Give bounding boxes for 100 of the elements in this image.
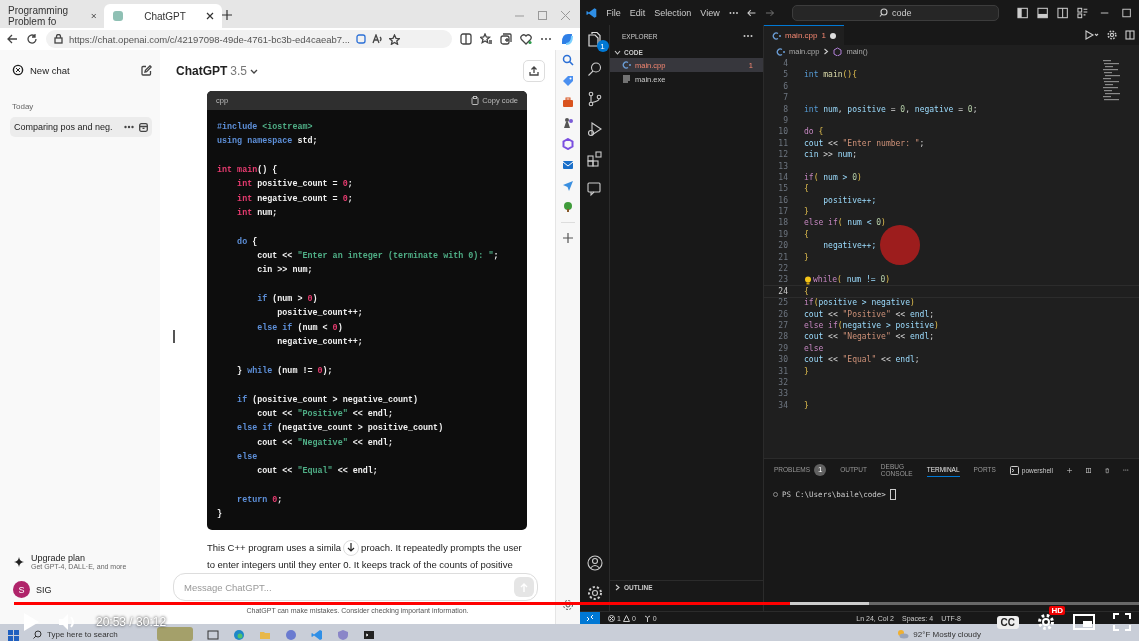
- share-button[interactable]: [523, 59, 545, 82]
- conversation-item[interactable]: Comparing pos and neg.: [10, 117, 152, 137]
- terminal-icon[interactable]: [363, 629, 375, 641]
- source-control-icon[interactable]: [586, 91, 603, 107]
- code-line: int main(){: [804, 69, 857, 81]
- line-number: 7: [782, 92, 789, 104]
- new-tab-icon[interactable]: [222, 10, 232, 20]
- copilot-logo-icon[interactable]: [560, 32, 574, 46]
- cpp-file-icon: [776, 46, 785, 57]
- command-search-field[interactable]: code: [791, 4, 999, 21]
- archive-icon[interactable]: [139, 122, 148, 132]
- trash-icon[interactable]: [1104, 465, 1110, 475]
- panel-toggle-icon[interactable]: [1036, 6, 1049, 19]
- close-icon[interactable]: [206, 12, 214, 20]
- remote-button[interactable]: [580, 612, 600, 624]
- paper-plane-icon[interactable]: [562, 180, 574, 192]
- resize-handle[interactable]: [173, 330, 175, 343]
- code-line: }: [804, 365, 809, 377]
- terminal-icon: [1009, 465, 1019, 475]
- code-line: positive_count++;: [276, 307, 364, 321]
- search-icon[interactable]: [586, 61, 603, 77]
- extensions-icon[interactable]: [586, 151, 603, 167]
- reload-icon[interactable]: [26, 33, 38, 45]
- editor-tab[interactable]: main.cpp 1: [764, 25, 844, 45]
- sidebar-toggle-icon[interactable]: [1016, 6, 1028, 19]
- scroll-down-button[interactable]: [343, 539, 360, 556]
- read-aloud-icon[interactable]: [372, 34, 383, 44]
- heart-icon[interactable]: [520, 33, 532, 45]
- line-number: 30: [777, 354, 789, 366]
- run-debug-icon[interactable]: [586, 121, 603, 137]
- layout-icon[interactable]: [1077, 6, 1089, 19]
- tag-icon[interactable]: [562, 75, 574, 87]
- code-line: using namespace std;: [217, 135, 319, 149]
- user-menu-button[interactable]: S SIG: [10, 573, 152, 598]
- chevron-right-icon: [823, 48, 830, 55]
- line-number: 31: [777, 365, 789, 377]
- code-line: }: [804, 399, 809, 412]
- tree-icon[interactable]: [562, 201, 574, 213]
- edit-icon[interactable]: [141, 64, 152, 76]
- run-icon[interactable]: [1085, 30, 1099, 40]
- code-line: negative_count++;: [276, 336, 364, 350]
- more-icon[interactable]: [743, 34, 753, 38]
- split-editor-icon[interactable]: [1125, 30, 1135, 40]
- split-icon[interactable]: [1085, 465, 1091, 475]
- line-number: 11: [777, 137, 789, 150]
- hexagon-icon[interactable]: [562, 138, 574, 150]
- windows-logo-icon[interactable]: [8, 630, 19, 641]
- account-icon[interactable]: [586, 555, 603, 571]
- task-view-icon[interactable]: [207, 629, 219, 641]
- code-line: {: [804, 183, 809, 195]
- chat-logo-icon: [12, 64, 24, 76]
- weather-widget[interactable]: 92°F Mostly cloudy: [897, 627, 981, 641]
- menu-item[interactable]: Edit: [629, 7, 646, 18]
- code-line: } while (num != 0);: [236, 364, 334, 378]
- line-number: 4: [782, 58, 789, 70]
- taskbar-search-field[interactable]: Type here to search: [33, 627, 143, 641]
- files-icon[interactable]: [586, 31, 603, 47]
- model-selector[interactable]: ChatGPT 3.5: [176, 63, 259, 78]
- code-line: else if (num < 0): [256, 321, 344, 335]
- briefcase-icon[interactable]: [562, 96, 574, 108]
- line-number: 23: [777, 274, 789, 286]
- favorites-icon[interactable]: [480, 33, 492, 45]
- mail-icon[interactable]: [562, 159, 574, 171]
- collections-icon[interactable]: [500, 33, 512, 45]
- app-available-icon[interactable]: [356, 34, 366, 44]
- more-icon[interactable]: [728, 10, 739, 15]
- miniplayer-icon[interactable]: [1073, 613, 1095, 631]
- code-line: else: [804, 342, 824, 355]
- menu-item[interactable]: Selection: [654, 7, 692, 18]
- notification-badge: 1: [596, 40, 609, 52]
- game-piece-icon[interactable]: [562, 117, 574, 129]
- more-icon[interactable]: [124, 125, 134, 129]
- code-line: if(positive > negative): [804, 297, 915, 309]
- maximize-icon[interactable]: [1119, 7, 1133, 18]
- address-field[interactable]: https://chat.openai.com/c/42197098-49de-4761-bc3b-ed4caeab7...: [46, 30, 452, 48]
- star-icon[interactable]: [389, 33, 400, 45]
- status-circle-icon: [773, 492, 778, 497]
- back-icon[interactable]: [747, 7, 757, 18]
- new-chat-button[interactable]: New chat: [10, 60, 72, 80]
- add-icon[interactable]: [1066, 465, 1072, 475]
- progress-bar[interactable]: [14, 602, 1139, 605]
- line-number: 22: [777, 263, 789, 275]
- code-line: if (num > 0): [256, 293, 319, 307]
- back-icon[interactable]: [6, 33, 18, 45]
- menu-item[interactable]: File: [606, 7, 621, 18]
- message-field[interactable]: Message ChatGPT...: [173, 573, 538, 601]
- chat-icon[interactable]: [586, 181, 603, 197]
- code-line: cin >> num;: [804, 149, 857, 161]
- lightbulb-icon[interactable]: [804, 275, 812, 285]
- add-icon[interactable]: [562, 232, 574, 244]
- search-icon[interactable]: [562, 54, 574, 66]
- browser-tab[interactable]: ChatGPT: [104, 4, 222, 28]
- split-layout-icon[interactable]: [1057, 6, 1069, 19]
- menu-item[interactable]: View: [700, 7, 720, 18]
- code-line: int num;: [236, 207, 279, 221]
- remote-icon: [586, 614, 594, 622]
- code-line: do {: [236, 235, 259, 249]
- code-line: }: [804, 206, 809, 218]
- split-screen-icon[interactable]: [460, 33, 472, 45]
- fullscreen-icon[interactable]: [1113, 613, 1131, 631]
